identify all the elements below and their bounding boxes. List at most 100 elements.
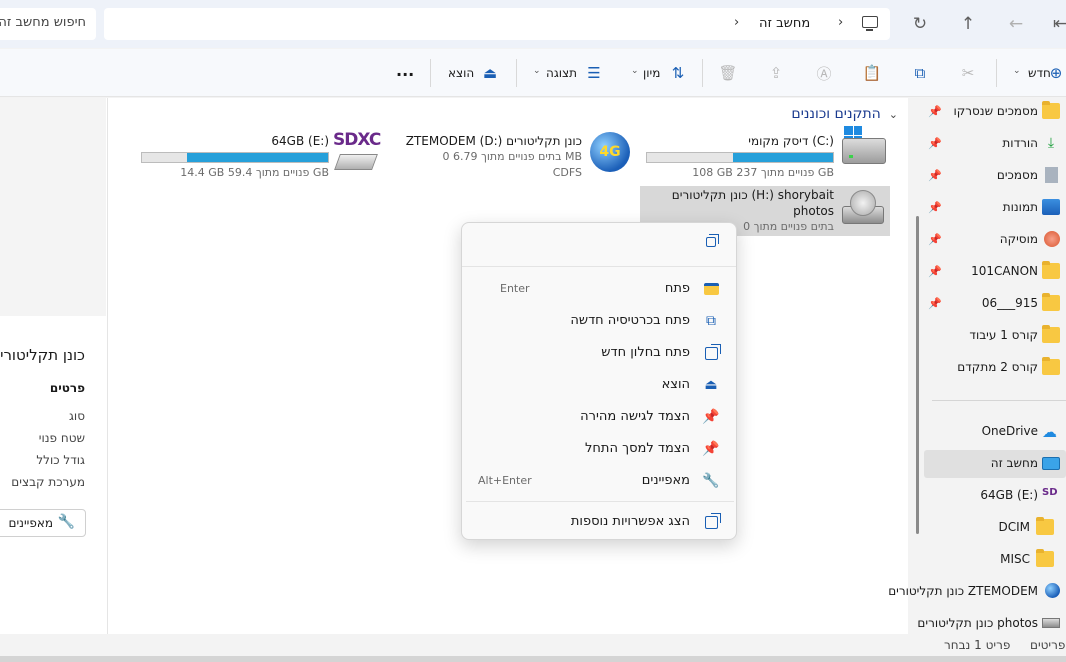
properties-button[interactable]: מאפיינים 🔧 <box>0 509 86 537</box>
chevron-right-icon[interactable]: › <box>734 15 739 30</box>
sidebar-item-misc[interactable]: MISC <box>924 546 1066 574</box>
sort-button-label[interactable]: מיון <box>643 66 660 80</box>
sdxc-icon: SD <box>1042 487 1058 498</box>
drive-d[interactable]: ZTEMODEM (D:) כונן תקליטורים 0 בתים פנוי… <box>388 130 638 180</box>
rename-icon[interactable]: Ⓐ <box>814 63 834 83</box>
breadcrumb-this-pc[interactable]: מחשב זה <box>759 16 810 31</box>
chevron-down-icon[interactable]: ⌄ <box>631 66 639 76</box>
sidebar-item-label: מחשב זה <box>990 456 1038 470</box>
drive-e[interactable]: 64GB (E:) 14.4 GB פנויים מתוך 59.4 GB SD… <box>135 130 385 180</box>
refresh-icon[interactable]: ↻ <box>906 10 934 38</box>
sidebar-item-pictures[interactable]: 📌 תמונות <box>924 194 1066 222</box>
sidebar-item-onedrive[interactable]: OneDrive ☁ <box>924 418 1066 446</box>
drive-name: דיסק מקומי (C:) <box>748 134 834 148</box>
menu-item-label: פתח בחלון חדש <box>601 345 690 360</box>
sidebar-item-documents[interactable]: 📌 מסמכים <box>924 162 1066 190</box>
document-icon <box>1045 167 1058 183</box>
search-input[interactable]: חיפוש מחשב זה <box>0 8 96 40</box>
copy-icon[interactable] <box>706 234 720 251</box>
details-key-type: סוג <box>68 409 85 423</box>
sidebar-item-ztemodem[interactable]: כונן תקליטורים ZTEMODEM <box>888 578 1066 606</box>
eject-button-label[interactable]: הוצא <box>448 66 474 80</box>
computer-icon <box>862 16 878 31</box>
sidebar-item-101canon[interactable]: 📌 101CANON <box>924 258 1066 286</box>
sidebar-divider <box>932 400 1066 401</box>
menu-separator <box>466 501 734 502</box>
chevron-right-icon[interactable]: › <box>838 15 843 30</box>
menu-item-show-more-options[interactable]: הצג אפשרויות נוספות <box>468 507 732 537</box>
new-tab-icon: ⧉ <box>706 313 716 329</box>
sidebar-item-dcim[interactable]: DCIM <box>924 514 1066 542</box>
details-preview <box>0 98 106 316</box>
pin-icon: 📌 <box>928 297 942 310</box>
delete-icon[interactable]: 🗑 <box>718 63 738 83</box>
eject-icon[interactable]: ⏏ <box>480 63 500 83</box>
menu-item-label: הוצא <box>661 377 690 392</box>
chevron-down-icon[interactable]: ⌄ <box>533 66 541 76</box>
sidebar-item-music[interactable]: 📌 מוסיקה <box>924 226 1066 254</box>
menu-item-open-new-window[interactable]: פתח בחלון חדש <box>468 338 732 368</box>
music-icon <box>1044 231 1060 247</box>
sidebar-item-label: DCIM <box>998 520 1030 534</box>
menu-item-pin-start[interactable]: 📌 הצמד למסך התחל <box>468 434 732 464</box>
new-icon[interactable]: ⊕ <box>1046 63 1066 83</box>
menu-item-properties[interactable]: 🔧 מאפיינים Alt+Enter <box>468 466 732 496</box>
menu-item-label: מאפיינים <box>641 473 690 488</box>
devices-section-header[interactable]: התקנים וכוננים ⌄ <box>791 106 898 122</box>
drive-name: ZTEMODEM (D:) כונן תקליטורים <box>405 134 582 148</box>
details-pane: כונן תקליטורים פרטים סוג שטח פנוי גודל כ… <box>0 98 108 634</box>
cut-icon[interactable]: ✂ <box>958 63 978 83</box>
menu-item-label: הצמד לגישה מהירה <box>580 409 690 424</box>
menu-item-pin-quick-access[interactable]: 📌 הצמד לגישה מהירה <box>468 402 732 432</box>
sort-icon[interactable]: ⇅ <box>668 63 688 83</box>
menu-item-open-new-tab[interactable]: ⧉ פתח בכרטיסיה חדשה <box>468 306 732 336</box>
chevron-down-icon[interactable]: ⌄ <box>1013 66 1021 76</box>
back-icon[interactable]: ⇤ <box>1046 10 1066 38</box>
drive-name: כונן תקליטורים (H:) shorybait <box>671 188 834 202</box>
menu-item-eject[interactable]: ⏏ הוצא <box>468 370 732 400</box>
folder-icon <box>1042 261 1060 279</box>
sidebar-item-label: מוסיקה <box>999 232 1038 246</box>
sidebar-item-this-pc[interactable]: מחשב זה <box>924 450 1066 478</box>
cd-drive-icon <box>842 190 884 226</box>
drive-c[interactable]: דיסק מקומי (C:) 108 GB פנויים מתוך 237 G… <box>640 126 890 180</box>
status-selected-count: פריט 1 נבחר <box>944 638 1011 652</box>
sidebar-item-06-915[interactable]: 📌 06___915 <box>924 290 1066 318</box>
address-bar[interactable]: › מחשב זה › <box>104 8 890 40</box>
drive-usage-bar <box>646 152 834 163</box>
context-menu: פתח Enter ⧉ פתח בכרטיסיה חדשה פתח בחלון … <box>461 222 737 540</box>
pin-icon: 📌 <box>928 105 942 118</box>
sidebar-item-downloads[interactable]: 📌 הורדות ⤓ <box>924 130 1066 158</box>
view-icon[interactable]: ☰ <box>584 63 604 83</box>
drive-free-text: 14.4 GB פנויים מתוך 59.4 GB <box>180 166 329 179</box>
menu-item-open[interactable]: פתח Enter <box>468 274 732 304</box>
4g-modem-icon: 4G <box>590 132 630 172</box>
folder-icon <box>1036 549 1054 567</box>
folder-icon <box>1042 325 1060 343</box>
sidebar-item-scanned-documents[interactable]: 📌 מסמכים שנסרקו <box>924 98 1066 126</box>
paste-icon[interactable]: 📋 <box>862 63 882 83</box>
view-button-label[interactable]: תצוגה <box>546 66 577 80</box>
sidebar-item-label: MISC <box>1000 552 1030 566</box>
drive-usage-fill <box>186 153 328 162</box>
pin-icon: 📌 <box>928 201 942 214</box>
sidebar-item-label: הורדות <box>1002 136 1038 150</box>
sidebar-item-label: קורס 1 עיבוד <box>969 328 1038 342</box>
forward-icon[interactable]: ← <box>1002 10 1030 38</box>
sidebar-scrollbar[interactable] <box>916 216 919 534</box>
sidebar-item-course-2[interactable]: קורס 2 מתקדם <box>924 354 1066 382</box>
share-icon[interactable]: ⇪ <box>766 63 786 83</box>
folder-icon <box>1036 517 1054 535</box>
computer-icon <box>1042 457 1060 470</box>
more-options-button[interactable]: ... <box>396 61 414 80</box>
navigation-pane: 📌 מסמכים שנסרקו 📌 הורדות ⤓ 📌 מסמכים 📌 תמ… <box>888 98 1066 634</box>
menu-item-shortcut: Alt+Enter <box>478 474 532 487</box>
new-window-icon <box>702 343 721 362</box>
copy-icon[interactable]: ⧉ <box>910 63 930 83</box>
folder-icon <box>1042 293 1060 311</box>
sidebar-item-label: כונן תקליטורים photos <box>917 616 1038 630</box>
sidebar-item-drive-e[interactable]: 64GB (E:) SD <box>924 482 1066 510</box>
sidebar-item-course-1[interactable]: קורס 1 עיבוד <box>924 322 1066 350</box>
up-icon[interactable]: ↑ <box>954 10 982 38</box>
wrench-icon: 🔧 <box>702 473 720 489</box>
